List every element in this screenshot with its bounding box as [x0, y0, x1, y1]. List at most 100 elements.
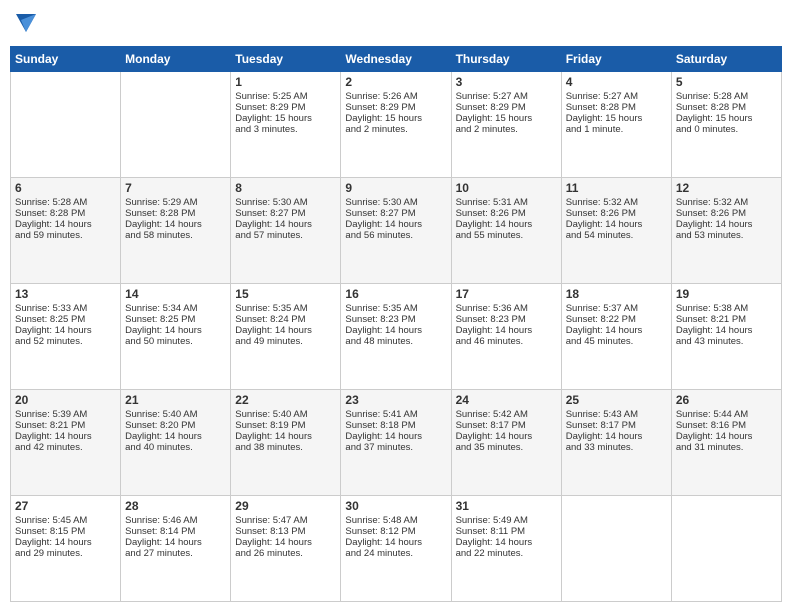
cell-info: and 48 minutes.: [345, 336, 446, 347]
cell-info: Sunrise: 5:28 AM: [15, 197, 116, 208]
cell-info: Daylight: 14 hours: [456, 219, 557, 230]
day-number: 5: [676, 75, 777, 89]
cell-info: and 22 minutes.: [456, 548, 557, 559]
cell-info: Sunset: 8:28 PM: [125, 208, 226, 219]
cell-info: Sunrise: 5:30 AM: [345, 197, 446, 208]
cell-info: Sunset: 8:20 PM: [125, 420, 226, 431]
calendar-cell: [561, 496, 671, 602]
calendar-cell: 4Sunrise: 5:27 AMSunset: 8:28 PMDaylight…: [561, 72, 671, 178]
calendar-week-row: 13Sunrise: 5:33 AMSunset: 8:25 PMDayligh…: [11, 284, 782, 390]
cell-info: Daylight: 15 hours: [345, 113, 446, 124]
calendar-cell: 25Sunrise: 5:43 AMSunset: 8:17 PMDayligh…: [561, 390, 671, 496]
cell-info: Daylight: 14 hours: [676, 431, 777, 442]
cell-info: Sunrise: 5:37 AM: [566, 303, 667, 314]
cell-info: Sunrise: 5:34 AM: [125, 303, 226, 314]
cell-info: Daylight: 14 hours: [676, 219, 777, 230]
calendar-cell: [11, 72, 121, 178]
cell-info: Daylight: 14 hours: [456, 431, 557, 442]
cell-info: Sunrise: 5:40 AM: [125, 409, 226, 420]
calendar-cell: 18Sunrise: 5:37 AMSunset: 8:22 PMDayligh…: [561, 284, 671, 390]
day-number: 15: [235, 287, 336, 301]
cell-info: Sunset: 8:13 PM: [235, 526, 336, 537]
cell-info: and 50 minutes.: [125, 336, 226, 347]
cell-info: and 55 minutes.: [456, 230, 557, 241]
calendar-cell: 28Sunrise: 5:46 AMSunset: 8:14 PMDayligh…: [121, 496, 231, 602]
cell-info: Sunset: 8:25 PM: [125, 314, 226, 325]
cell-info: Sunrise: 5:27 AM: [456, 91, 557, 102]
cell-info: and 35 minutes.: [456, 442, 557, 453]
calendar-cell: 11Sunrise: 5:32 AMSunset: 8:26 PMDayligh…: [561, 178, 671, 284]
calendar-cell: 31Sunrise: 5:49 AMSunset: 8:11 PMDayligh…: [451, 496, 561, 602]
calendar-cell: [671, 496, 781, 602]
header: [10, 10, 782, 40]
cell-info: Daylight: 15 hours: [235, 113, 336, 124]
calendar-day-header: Saturday: [671, 47, 781, 72]
cell-info: Daylight: 14 hours: [235, 219, 336, 230]
cell-info: Sunset: 8:19 PM: [235, 420, 336, 431]
cell-info: Daylight: 14 hours: [345, 219, 446, 230]
day-number: 31: [456, 499, 557, 513]
calendar-cell: 10Sunrise: 5:31 AMSunset: 8:26 PMDayligh…: [451, 178, 561, 284]
cell-info: Daylight: 14 hours: [676, 325, 777, 336]
cell-info: Sunset: 8:12 PM: [345, 526, 446, 537]
cell-info: and 46 minutes.: [456, 336, 557, 347]
cell-info: Sunrise: 5:30 AM: [235, 197, 336, 208]
calendar-cell: 21Sunrise: 5:40 AMSunset: 8:20 PMDayligh…: [121, 390, 231, 496]
cell-info: Sunrise: 5:47 AM: [235, 515, 336, 526]
day-number: 18: [566, 287, 667, 301]
cell-info: Daylight: 15 hours: [456, 113, 557, 124]
cell-info: Sunset: 8:21 PM: [676, 314, 777, 325]
calendar-day-header: Monday: [121, 47, 231, 72]
cell-info: Sunset: 8:28 PM: [15, 208, 116, 219]
cell-info: Sunset: 8:27 PM: [235, 208, 336, 219]
cell-info: Daylight: 14 hours: [15, 431, 116, 442]
calendar-cell: 8 Sunrise: 5:30 AMSunset: 8:27 PMDaylight…: [231, 178, 341, 284]
day-number: 3: [456, 75, 557, 89]
cell-info: Sunset: 8:26 PM: [566, 208, 667, 219]
calendar-day-header: Sunday: [11, 47, 121, 72]
cell-info: Daylight: 14 hours: [345, 537, 446, 548]
cell-info: and 49 minutes.: [235, 336, 336, 347]
cell-info: Daylight: 14 hours: [15, 537, 116, 548]
cell-info: Daylight: 15 hours: [676, 113, 777, 124]
calendar-week-row: 6Sunrise: 5:28 AMSunset: 8:28 PMDaylight…: [11, 178, 782, 284]
cell-info: Sunrise: 5:49 AM: [456, 515, 557, 526]
cell-info: Sunset: 8:18 PM: [345, 420, 446, 431]
cell-info: Sunrise: 5:33 AM: [15, 303, 116, 314]
calendar-cell: 15Sunrise: 5:35 AMSunset: 8:24 PMDayligh…: [231, 284, 341, 390]
cell-info: and 57 minutes.: [235, 230, 336, 241]
day-number: 30: [345, 499, 446, 513]
day-number: 11: [566, 181, 667, 195]
calendar-week-row: 20Sunrise: 5:39 AMSunset: 8:21 PMDayligh…: [11, 390, 782, 496]
cell-info: and 58 minutes.: [125, 230, 226, 241]
cell-info: and 52 minutes.: [15, 336, 116, 347]
cell-info: and 40 minutes.: [125, 442, 226, 453]
day-number: 28: [125, 499, 226, 513]
cell-info: Sunrise: 5:27 AM: [566, 91, 667, 102]
day-number: 9: [345, 181, 446, 195]
calendar-cell: 5Sunrise: 5:28 AMSunset: 8:28 PMDaylight…: [671, 72, 781, 178]
cell-info: Daylight: 14 hours: [125, 219, 226, 230]
calendar-cell: [121, 72, 231, 178]
cell-info: Daylight: 14 hours: [566, 431, 667, 442]
cell-info: Sunset: 8:17 PM: [566, 420, 667, 431]
calendar-week-row: 27Sunrise: 5:45 AMSunset: 8:15 PMDayligh…: [11, 496, 782, 602]
day-number: 2: [345, 75, 446, 89]
calendar-cell: 13Sunrise: 5:33 AMSunset: 8:25 PMDayligh…: [11, 284, 121, 390]
cell-info: and 53 minutes.: [676, 230, 777, 241]
day-number: 25: [566, 393, 667, 407]
cell-info: Daylight: 14 hours: [235, 325, 336, 336]
cell-info: and 42 minutes.: [15, 442, 116, 453]
cell-info: Daylight: 14 hours: [15, 325, 116, 336]
day-number: 8: [235, 181, 336, 195]
calendar-cell: 30Sunrise: 5:48 AMSunset: 8:12 PMDayligh…: [341, 496, 451, 602]
cell-info: Sunset: 8:14 PM: [125, 526, 226, 537]
cell-info: Sunset: 8:29 PM: [456, 102, 557, 113]
cell-info: Daylight: 14 hours: [125, 431, 226, 442]
day-number: 1: [235, 75, 336, 89]
calendar-day-header: Friday: [561, 47, 671, 72]
cell-info: Sunset: 8:26 PM: [456, 208, 557, 219]
calendar-cell: 29Sunrise: 5:47 AMSunset: 8:13 PMDayligh…: [231, 496, 341, 602]
cell-info: Daylight: 14 hours: [566, 219, 667, 230]
cell-info: and 27 minutes.: [125, 548, 226, 559]
